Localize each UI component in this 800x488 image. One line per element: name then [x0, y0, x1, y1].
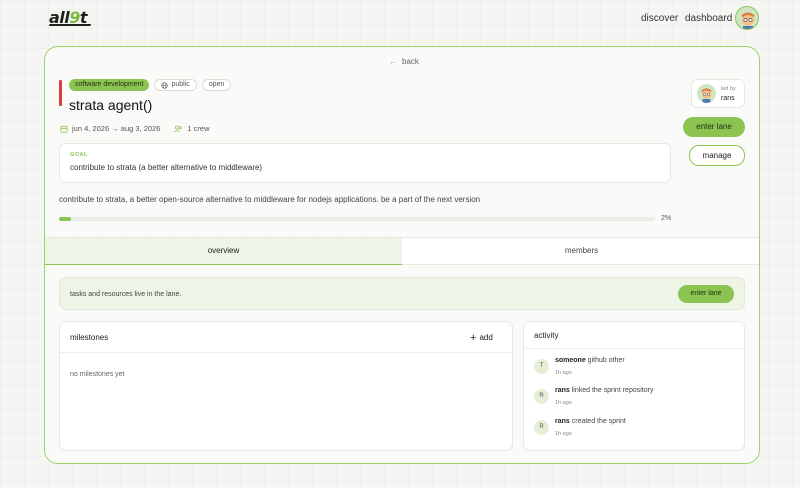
activity-title: activity	[534, 331, 559, 340]
date-range: jun 4, 2026 → aug 3, 2026	[72, 124, 161, 133]
status-tag: open	[201, 79, 232, 91]
user-avatar[interactable]	[735, 6, 759, 30]
back-link[interactable]: ← back	[389, 57, 419, 66]
leader-avatar	[697, 84, 716, 103]
logo-underline	[48, 24, 92, 26]
arrow-left-icon: ←	[389, 57, 397, 66]
activity-actor: rans	[555, 418, 570, 425]
goal-box: GOAL contribute to strata (a better alte…	[59, 143, 671, 183]
nav-discover-link[interactable]: discover	[641, 13, 678, 24]
progress-fill	[59, 217, 71, 221]
led-by-label: led by	[721, 86, 736, 92]
goal-label: GOAL	[70, 152, 88, 158]
calendar-icon	[60, 125, 68, 133]
visibility-tag: public	[154, 79, 197, 91]
progress-bar	[59, 217, 655, 221]
activity-avatar: R	[534, 389, 549, 404]
activity-item: R rans linked the sprint repository 1h a…	[534, 387, 734, 413]
activity-text: created the sprint	[569, 418, 626, 425]
activity-avatar: R	[534, 420, 549, 435]
activity-text: linked the sprint repository	[569, 387, 654, 394]
sprint-card: ← back software development public open s…	[44, 46, 760, 464]
activity-item: R rans created the sprint 1h ago	[534, 418, 734, 444]
tab-overview[interactable]: overview	[45, 238, 402, 265]
tag-list: software development public open	[69, 79, 232, 91]
enter-lane-button[interactable]: enter lane	[683, 117, 745, 137]
crew-count: 1 crew	[187, 124, 210, 133]
nav-dashboard-link[interactable]: dashboard	[685, 13, 732, 24]
activity-actor: rans	[555, 387, 570, 394]
avatar-illustration-icon	[741, 12, 755, 29]
progress-label: 2%	[661, 215, 672, 222]
avatar-illustration-icon	[700, 88, 713, 103]
activity-time: 1h ago	[555, 431, 572, 437]
users-icon	[174, 125, 183, 132]
activity-panel: activity T someone github other 1h ago R…	[523, 321, 745, 451]
lane-banner-text: tasks and resources live in the lane.	[70, 291, 182, 298]
activity-avatar: T	[534, 359, 549, 374]
activity-header: activity	[524, 322, 744, 349]
tab-bar: overview members	[45, 237, 759, 265]
priority-accent-bar	[59, 80, 62, 106]
activity-time: 1h ago	[555, 400, 572, 406]
sprint-meta: jun 4, 2026 → aug 3, 2026 1 crew	[60, 124, 210, 133]
sprint-description: contribute to strata, a better open-sour…	[59, 195, 481, 204]
activity-item: T someone github other 1h ago	[534, 357, 734, 383]
activity-time: 1h ago	[555, 370, 572, 376]
manage-button[interactable]: manage	[689, 145, 745, 166]
globe-icon	[161, 81, 169, 89]
activity-text: github other	[585, 357, 625, 364]
plus-icon: +	[470, 332, 477, 344]
banner-enter-lane-button[interactable]: enter lane	[678, 285, 734, 303]
add-milestone-button[interactable]: + add	[470, 332, 493, 344]
sprint-title: strata agent()	[69, 97, 153, 113]
category-tag: software development	[69, 79, 150, 91]
leader-name: rans	[721, 95, 735, 102]
tab-members[interactable]: members	[402, 238, 759, 265]
milestones-title: milestones	[70, 333, 109, 342]
goal-text: contribute to strata (a better alternati…	[70, 163, 263, 172]
leader-card[interactable]: led by rans	[691, 79, 745, 108]
milestones-panel: milestones + add no milestones yet	[59, 321, 513, 451]
milestones-header: milestones + add	[60, 322, 512, 353]
top-nav: all9t discover dashboard	[0, 0, 800, 38]
milestones-empty-text: no milestones yet	[70, 371, 125, 378]
activity-actor: someone	[555, 357, 586, 364]
lane-banner: tasks and resources live in the lane. en…	[59, 277, 745, 310]
